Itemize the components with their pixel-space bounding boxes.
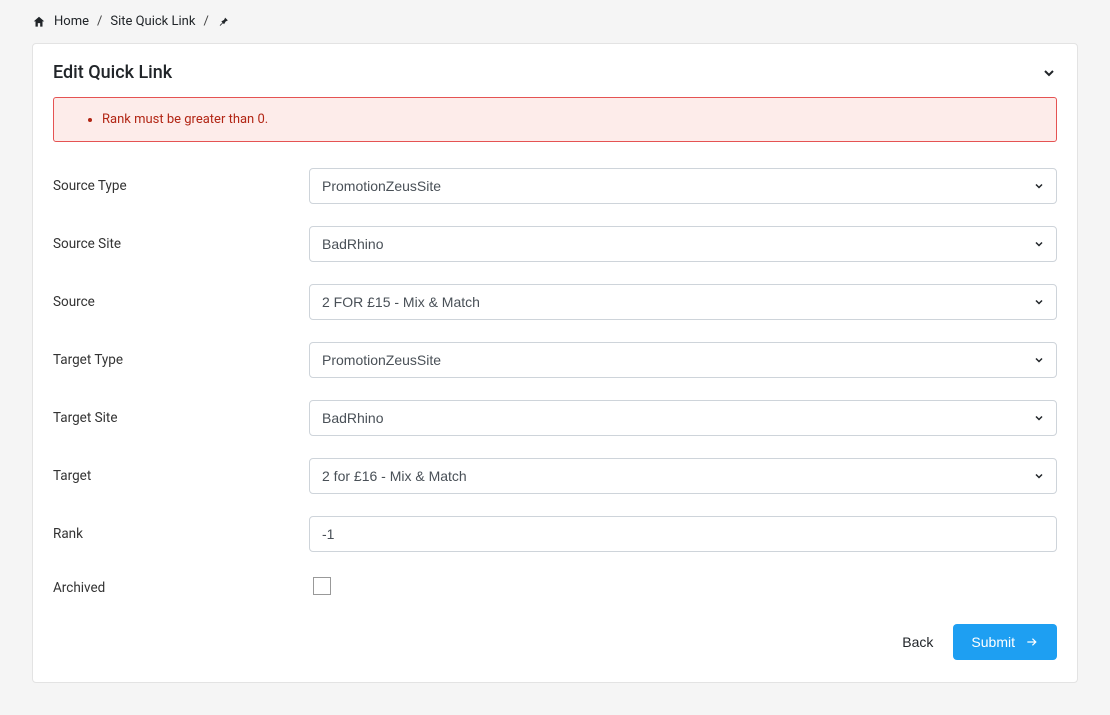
source-site-select[interactable]: BadRhino [309, 226, 1057, 262]
breadcrumb-site-quick-link[interactable]: Site Quick Link [110, 14, 195, 29]
back-button[interactable]: Back [896, 626, 939, 658]
target-site-select[interactable]: BadRhino [309, 400, 1057, 436]
target-type-label: Target Type [53, 352, 309, 368]
source-label: Source [53, 294, 309, 310]
chevron-down-icon[interactable] [1041, 65, 1057, 81]
breadcrumb: Home / Site Quick Link / [32, 8, 1078, 43]
target-type-select[interactable]: PromotionZeusSite [309, 342, 1057, 378]
arrow-right-icon [1025, 635, 1039, 649]
breadcrumb-home[interactable]: Home [54, 14, 89, 29]
target-site-label: Target Site [53, 410, 309, 426]
error-item: Rank must be greater than 0. [102, 112, 1036, 127]
source-type-label: Source Type [53, 178, 309, 194]
error-alert: Rank must be greater than 0. [53, 97, 1057, 142]
submit-button-label: Submit [971, 634, 1015, 650]
home-icon [32, 15, 46, 29]
edit-panel: Edit Quick Link Rank must be greater tha… [32, 43, 1078, 683]
target-label: Target [53, 468, 309, 484]
submit-button[interactable]: Submit [953, 624, 1057, 660]
panel-title: Edit Quick Link [53, 62, 172, 83]
rank-input[interactable] [309, 516, 1057, 552]
archived-checkbox[interactable] [313, 577, 331, 595]
rank-label: Rank [53, 526, 309, 542]
target-select[interactable]: 2 for £16 - Mix & Match [309, 458, 1057, 494]
pin-icon [217, 15, 230, 28]
source-site-label: Source Site [53, 236, 309, 252]
archived-label: Archived [53, 580, 309, 596]
source-type-select[interactable]: PromotionZeusSite [309, 168, 1057, 204]
error-list: Rank must be greater than 0. [84, 112, 1036, 127]
source-select[interactable]: 2 FOR £15 - Mix & Match [309, 284, 1057, 320]
breadcrumb-separator: / [97, 14, 102, 29]
breadcrumb-separator: / [203, 14, 208, 29]
